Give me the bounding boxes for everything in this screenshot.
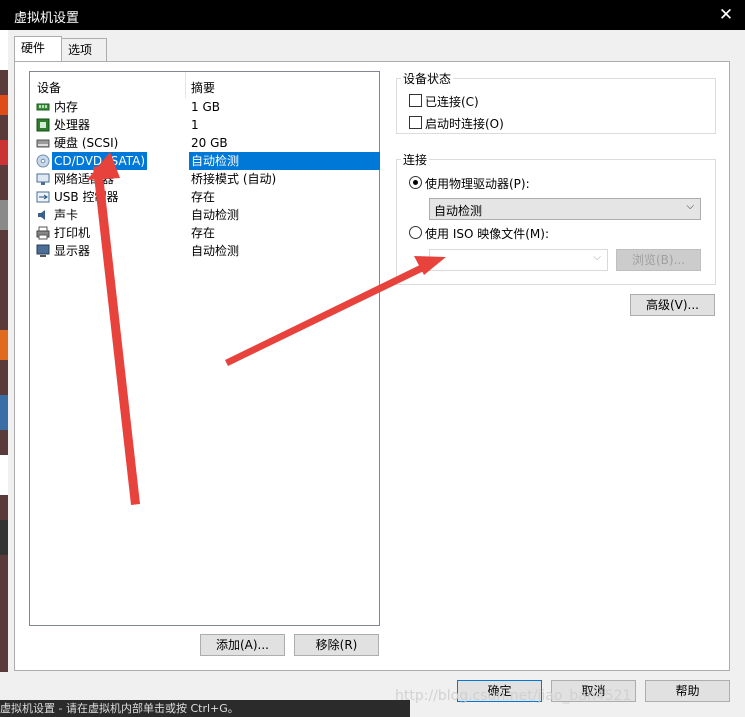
device-summary: 桥接模式 (自动): [191, 172, 277, 186]
device-row-usb-controller[interactable]: USB 控制器 存在: [30, 188, 379, 206]
display-icon: [36, 244, 50, 257]
tab-options[interactable]: 选项: [61, 38, 107, 61]
iso-image-label[interactable]: 使用 ISO 映像文件(M):: [425, 225, 549, 242]
physical-drive-label[interactable]: 使用物理驱动器(P):: [425, 175, 530, 192]
device-summary: 存在: [191, 190, 216, 204]
close-icon[interactable]: ✕: [713, 3, 739, 27]
watermark-text: http://blog.csdn.net/jiao_ban4521: [395, 688, 632, 704]
device-list[interactable]: 设备 摘要 内存 1 GB 处理器 1 硬盘 (SCSI) 20 GB CD/D…: [29, 71, 380, 626]
physical-drive-radio[interactable]: [409, 176, 422, 189]
sound-card-icon: [38, 210, 45, 220]
device-summary: 1 GB: [191, 100, 220, 114]
connect-on-power-checkbox[interactable]: [409, 116, 422, 129]
device-summary: 1: [191, 118, 199, 132]
cpu-icon: [36, 118, 50, 132]
column-header-device[interactable]: 设备: [37, 79, 61, 96]
device-name: 网络适配器: [54, 172, 115, 186]
device-name: 声卡: [54, 208, 79, 222]
connect-on-power-label[interactable]: 启动时连接(O): [425, 115, 504, 132]
chevron-down-icon: ⌵: [593, 252, 601, 263]
window-title: 虚拟机设置: [14, 11, 80, 26]
device-summary: 自动检测: [189, 152, 380, 170]
iso-image-radio[interactable]: [409, 226, 422, 239]
device-summary: 自动检测: [191, 244, 240, 258]
device-name: 打印机: [54, 226, 91, 240]
device-list-header: 设备 摘要: [30, 72, 379, 98]
cd-dvd-icon: [36, 154, 50, 168]
network-adapter-icon: [36, 173, 50, 185]
background-status-bar: 虚拟机设置 - 请在虚拟机内部单击或按 Ctrl+G。: [0, 700, 410, 717]
connected-checkbox[interactable]: [409, 94, 422, 107]
physical-drive-value: 自动检测: [434, 204, 483, 218]
tab-hardware[interactable]: 硬件: [14, 36, 62, 61]
device-row-display[interactable]: 显示器 自动检测: [30, 242, 379, 260]
vm-settings-window: 虚拟机设置 ✕ 硬件 选项 设备 摘要 内存 1 GB 处理器 1 硬盘 (SC…: [0, 0, 745, 717]
background-app-strip: [0, 0, 8, 717]
printer-icon: [36, 226, 50, 240]
device-name: 内存: [54, 100, 79, 114]
remove-device-button[interactable]: 移除(R): [294, 634, 379, 656]
advanced-button[interactable]: 高级(V)...: [630, 294, 715, 316]
device-status-title: 设备状态: [401, 70, 454, 87]
device-row-hard-disk[interactable]: 硬盘 (SCSI) 20 GB: [30, 134, 379, 152]
iso-path-combobox[interactable]: ⌵: [429, 249, 608, 271]
device-name: USB 控制器: [54, 190, 119, 204]
column-header-summary[interactable]: 摘要: [191, 79, 215, 96]
device-row-network-adapter[interactable]: 网络适配器 桥接模式 (自动): [30, 170, 379, 188]
device-row-sound-card[interactable]: 声卡 自动检测: [30, 206, 379, 224]
harddisk-icon: [36, 139, 50, 148]
browse-button[interactable]: 浏览(B)...: [616, 249, 701, 271]
device-summary: 自动检测: [191, 208, 240, 222]
add-device-button[interactable]: 添加(A)...: [200, 634, 285, 656]
device-name: 显示器: [54, 244, 91, 258]
device-summary: 存在: [191, 226, 216, 240]
device-row-processor[interactable]: 处理器 1: [30, 116, 379, 134]
connected-label[interactable]: 已连接(C): [425, 93, 479, 110]
background-status-text: 虚拟机设置 - 请在虚拟机内部单击或按 Ctrl+G。: [0, 702, 239, 715]
device-name: 硬盘 (SCSI): [54, 136, 119, 150]
usb-icon: [36, 191, 50, 203]
device-summary: 20 GB: [191, 136, 228, 150]
title-bar: 虚拟机设置 ✕: [0, 0, 745, 30]
chevron-down-icon: ⌵: [686, 201, 694, 212]
device-row-printer[interactable]: 打印机 存在: [30, 224, 379, 242]
connection-title: 连接: [401, 151, 430, 168]
device-name: 处理器: [54, 118, 91, 132]
physical-drive-select[interactable]: 自动检测 ⌵: [429, 198, 701, 220]
help-button[interactable]: 帮助: [645, 680, 730, 702]
device-row-memory[interactable]: 内存 1 GB: [30, 98, 379, 116]
memory-icon: [36, 103, 50, 111]
device-row-cd-dvd[interactable]: CD/DVD (SATA) 自动检测: [30, 152, 380, 170]
device-name: CD/DVD (SATA): [52, 152, 148, 170]
